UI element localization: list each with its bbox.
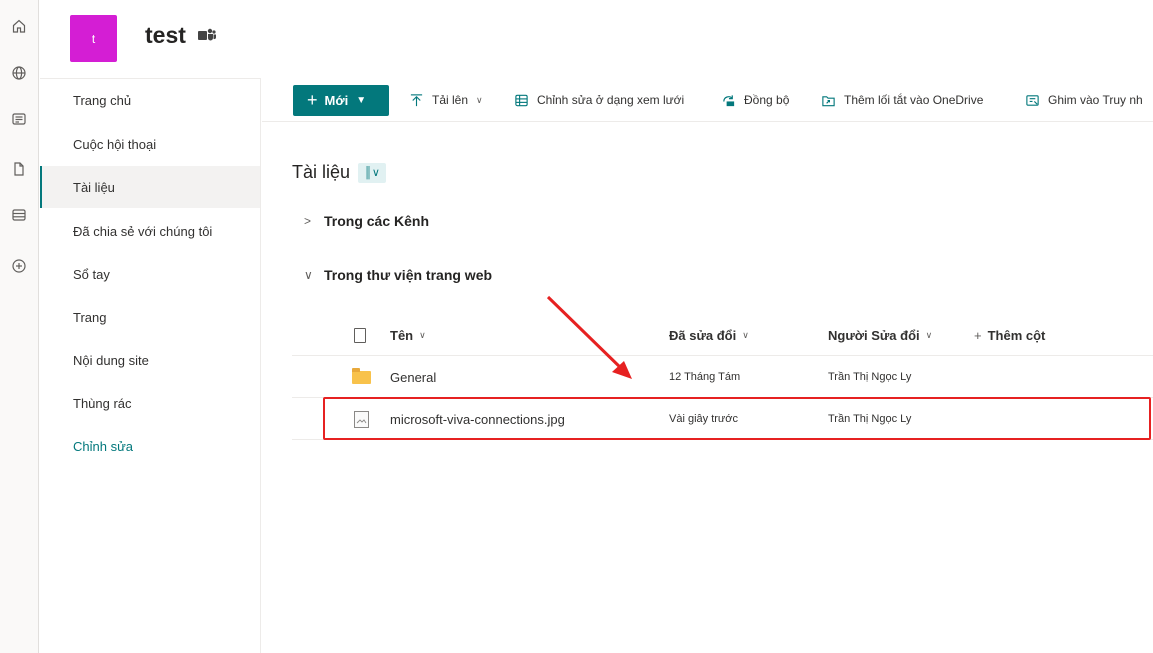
upload-icon <box>410 93 423 106</box>
command-bar: + Mới ▼ Tải lên ∨ Chỉnh sửa ở dạng xem l… <box>262 78 1153 122</box>
upload-button[interactable]: Tải lên ∨ <box>409 78 483 122</box>
globe-icon[interactable] <box>6 60 32 86</box>
nav-item-label: Trang <box>73 309 107 325</box>
grid-view-button[interactable]: Chỉnh sửa ở dạng xem lưới <box>514 78 684 122</box>
library-title-text: Tài liệu <box>292 162 351 182</box>
modified-date: 12 Tháng Tám <box>669 371 741 383</box>
nav-item-pages[interactable]: Trang <box>40 296 260 338</box>
pin-icon <box>1026 94 1039 106</box>
chevron-down-icon: ∨ <box>304 268 313 282</box>
column-modified-by-label: Người Sửa đổi <box>828 328 920 343</box>
nav-item-recycle-bin[interactable]: Thùng rác <box>40 382 260 424</box>
nav-item-label: Sổ tay <box>73 266 110 282</box>
add-shortcut-button[interactable]: Thêm lối tắt vào OneDrive <box>821 78 983 122</box>
shortcut-icon <box>822 95 835 106</box>
column-header-modified[interactable]: Đã sửa đổi ∨ <box>669 315 749 356</box>
nav-edit-link[interactable]: Chỉnh sửa <box>40 425 260 467</box>
document-icon[interactable] <box>6 156 32 182</box>
chevron-right-icon: > <box>304 214 312 228</box>
nav-item-notebook[interactable]: Sổ tay <box>40 253 260 295</box>
group-site-library-label: Trong thư viện trang web <box>324 267 493 283</box>
new-button-label: Mới <box>324 93 349 108</box>
site-title[interactable]: test <box>145 22 186 49</box>
column-header-modified-by[interactable]: Người Sửa đổi ∨ <box>828 315 932 356</box>
file-name[interactable]: General <box>390 356 436 398</box>
app-rail <box>0 0 39 653</box>
pin-to-quick-access-button[interactable]: Ghim vào Truy nh <box>1025 78 1143 122</box>
group-channels[interactable]: > Trong các Kênh <box>304 213 429 229</box>
grid-view-label: Chỉnh sửa ở dạng xem lưới <box>537 93 685 107</box>
nav-item-label: Trang chủ <box>73 92 132 108</box>
pin-label: Ghim vào Truy nh <box>1048 93 1143 107</box>
nav-item-label: Tài liệu <box>73 179 115 195</box>
home-icon[interactable] <box>6 13 32 39</box>
column-modified-label: Đã sửa đổi <box>669 328 737 343</box>
plus-icon: + <box>307 90 318 110</box>
chevron-down-icon: ∨ <box>419 330 426 340</box>
library-view-icon[interactable]: ║∨ <box>358 162 387 183</box>
teams-icon <box>198 28 216 42</box>
sync-icon <box>723 94 735 106</box>
nav-item-label: Thùng rác <box>73 395 132 411</box>
add-shortcut-label: Thêm lối tắt vào OneDrive <box>844 93 984 107</box>
nav-item-label: Nội dung site <box>73 352 149 368</box>
plus-icon: + <box>974 328 982 343</box>
upload-label: Tải lên <box>432 93 469 107</box>
column-name-label: Tên <box>390 328 414 343</box>
nav-item-site-contents[interactable]: Nội dung site <box>40 339 260 381</box>
column-header-name[interactable]: Tên ∨ <box>390 315 426 356</box>
nav-item-conversations[interactable]: Cuộc hội thoại <box>40 123 260 165</box>
library-title: Tài liệu ║∨ <box>292 162 387 183</box>
nav-item-home[interactable]: Trang chủ <box>40 79 260 121</box>
add-icon[interactable] <box>6 253 32 279</box>
site-nav: Trang chủ Cuộc hội thoại Tài liệu Đã chi… <box>40 78 261 653</box>
group-channels-label: Trong các Kênh <box>324 213 430 229</box>
nav-item-label: Đã chia sẻ với chúng tôi <box>73 223 213 239</box>
folder-icon <box>352 368 371 384</box>
sync-button[interactable]: Đồng bộ <box>721 78 789 122</box>
chevron-down-icon: ∨ <box>925 330 933 340</box>
new-button[interactable]: + Mới ▼ <box>293 85 389 116</box>
annotation-highlight-box <box>323 397 1151 440</box>
add-column-button[interactable]: + Thêm cột <box>974 315 1045 356</box>
site-logo-letter: t <box>91 31 96 46</box>
group-site-library[interactable]: ∨ Trong thư viện trang web <box>304 267 492 283</box>
site-logo[interactable]: t <box>70 15 117 62</box>
news-icon[interactable] <box>6 106 32 132</box>
list-icon[interactable] <box>6 202 32 228</box>
chevron-down-icon: ▼ <box>356 95 367 106</box>
grid-icon <box>515 94 528 106</box>
file-type-icon <box>354 328 366 343</box>
chevron-down-icon: ∨ <box>476 94 483 105</box>
table-row[interactable]: General 12 Tháng Tám Trần Thị Ngọc Ly <box>292 356 1153 398</box>
nav-item-shared-with-us[interactable]: Đã chia sẻ với chúng tôi <box>40 210 260 252</box>
nav-item-documents[interactable]: Tài liệu <box>40 166 260 208</box>
file-list-header: Tên ∨ Đã sửa đổi ∨ Người Sửa đổi ∨ + Thêm cộ… <box>292 315 1153 356</box>
sync-label: Đồng bộ <box>744 93 790 107</box>
add-column-label: Thêm cột <box>987 328 1046 343</box>
nav-item-label: Cuộc hội thoại <box>73 136 157 152</box>
chevron-down-icon: ∨ <box>742 330 749 340</box>
modified-by: Trần Thị Ngọc Ly <box>828 371 912 383</box>
